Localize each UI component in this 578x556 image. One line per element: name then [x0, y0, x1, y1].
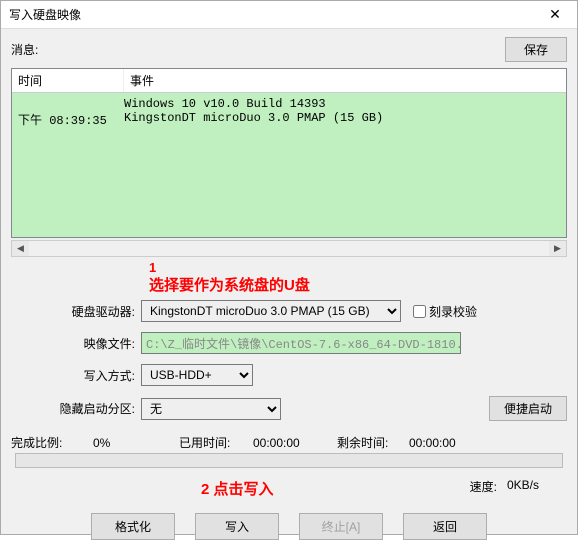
drive-label: 硬盘驱动器: — [11, 303, 141, 320]
close-button[interactable]: ✕ — [533, 1, 577, 29]
method-label: 写入方式: — [11, 367, 141, 384]
image-label: 映像文件: — [11, 335, 141, 352]
back-button[interactable]: 返回 — [403, 513, 487, 540]
hidden-partition-label: 隐藏启动分区: — [11, 400, 141, 417]
window-title: 写入硬盘映像 — [9, 6, 533, 23]
info-label: 消息: — [11, 41, 505, 58]
horizontal-scrollbar[interactable]: ◀ ▶ — [11, 240, 567, 257]
hidden-partition-select[interactable]: 无 — [141, 398, 281, 420]
log-body: Windows 10 v10.0 Build 14393 下午 08:39:35… — [12, 93, 566, 237]
elapsed-value: 00:00:00 — [253, 436, 337, 450]
remain-value: 00:00:00 — [409, 436, 481, 450]
convenient-boot-button[interactable]: 便捷启动 — [489, 396, 567, 421]
write-button[interactable]: 写入 — [195, 513, 279, 540]
title-bar: 写入硬盘映像 ✕ — [1, 1, 577, 29]
speed-value: 0KB/s — [507, 478, 567, 499]
write-method-select[interactable]: USB-HDD+ — [141, 364, 253, 386]
remain-label: 剩余时间: — [337, 434, 409, 451]
elapsed-label: 已用时间: — [179, 434, 253, 451]
log-line: Windows 10 v10.0 Build 14393 — [18, 97, 560, 111]
progress-bar — [15, 453, 563, 468]
scroll-left-icon[interactable]: ◀ — [12, 241, 29, 256]
format-button[interactable]: 格式化 — [91, 513, 175, 540]
verify-label: 刻录校验 — [429, 303, 477, 320]
verify-checkbox-input[interactable] — [413, 305, 426, 318]
scroll-track[interactable] — [29, 241, 549, 256]
log-listview[interactable]: 时间 事件 Windows 10 v10.0 Build 14393 下午 08… — [11, 68, 567, 238]
log-header: 时间 事件 — [12, 69, 566, 93]
drive-select[interactable]: KingstonDT microDuo 3.0 PMAP (15 GB) — [141, 300, 401, 322]
log-col-time[interactable]: 时间 — [12, 69, 124, 92]
progress-row: 完成比例: 0% 已用时间: 00:00:00 剩余时间: 00:00:00 — [11, 434, 567, 451]
dialog-window: 写入硬盘映像 ✕ 消息: 保存 时间 事件 Windows 10 v10.0 B… — [0, 0, 578, 535]
log-col-event[interactable]: 事件 — [124, 69, 566, 92]
image-path-field[interactable]: C:\Z_临时文件\镜像\CentOS-7.6-x86_64-DVD-1810.… — [141, 332, 461, 354]
done-value: 0% — [93, 436, 179, 450]
done-label: 完成比例: — [11, 434, 93, 451]
scroll-right-icon[interactable]: ▶ — [549, 241, 566, 256]
save-button[interactable]: 保存 — [505, 37, 567, 62]
stop-button: 终止[A] — [299, 513, 383, 540]
verify-checkbox[interactable]: 刻录校验 — [409, 302, 477, 321]
speed-label: 速度: — [470, 478, 497, 499]
content-area: 消息: 保存 时间 事件 Windows 10 v10.0 Build 1439… — [1, 29, 577, 556]
log-line: 下午 08:39:35 KingstonDT microDuo 3.0 PMAP… — [18, 111, 560, 128]
annotation-1: 1 选择要作为系统盘的U盘 — [149, 259, 567, 295]
annotation-2: 2 点击写入 — [201, 478, 274, 499]
button-row: 格式化 写入 终止[A] 返回 — [11, 505, 567, 548]
